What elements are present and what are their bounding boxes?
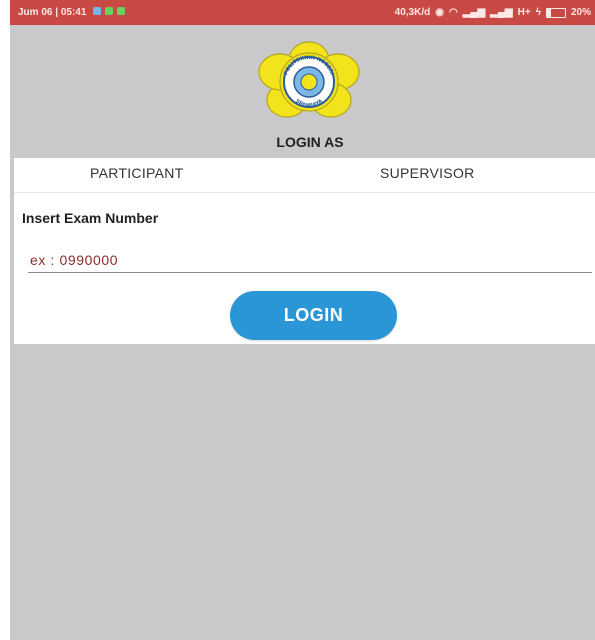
chat-notification-icon [116,7,125,15]
status-bar: Jum 06 | 05:41 40,3K/d ◉ ◠ ▂▄▆ ▂▄▆ H+ ϟ … [10,0,595,25]
line-notification-icon [105,7,114,15]
login-as-title: LOGIN AS [276,134,344,150]
battery-icon [545,7,566,18]
notification-icons [92,7,125,18]
battery-level: 20% [570,7,591,18]
signal-icon: ▂▄▆ [462,7,486,18]
status-left: Jum 06 | 05:41 [18,7,125,18]
phone-frame: Jum 06 | 05:41 40,3K/d ◉ ◠ ▂▄▆ ▂▄▆ H+ ϟ … [0,0,595,640]
charging-icon: ϟ [535,7,541,18]
exam-number-input[interactable] [28,248,592,273]
gallery-notification-icon [93,7,102,15]
network-speed: 40,3K/d [394,7,431,18]
signal-2-icon: ▂▄▆ [490,7,513,18]
login-card: PARTICIPANT SUPERVISOR Insert Exam Numbe… [14,158,595,344]
status-right: 40,3K/d ◉ ◠ ▂▄▆ ▂▄▆ H+ ϟ 20% [395,7,591,18]
tab-supervisor[interactable]: SUPERVISOR [380,165,475,181]
login-tabs: PARTICIPANT SUPERVISOR [14,158,595,192]
app-screen: Jum 06 | 05:41 40,3K/d ◉ ◠ ▂▄▆ ▂▄▆ H+ ϟ … [10,0,595,640]
polsri-logo: POLITEKNIK NEGERI SRIWIJAYA [258,41,360,118]
tab-divider [14,192,595,193]
status-time: Jum 06 | 05:41 [18,7,87,18]
logo-core [300,73,318,91]
eye-comfort-icon: ◉ [435,7,444,18]
tab-participant[interactable]: PARTICIPANT [90,165,184,181]
exam-number-label: Insert Exam Number [22,210,159,226]
wifi-icon: ◠ [448,7,458,18]
network-type: H+ [517,7,531,18]
login-button[interactable]: LOGIN [230,291,397,340]
